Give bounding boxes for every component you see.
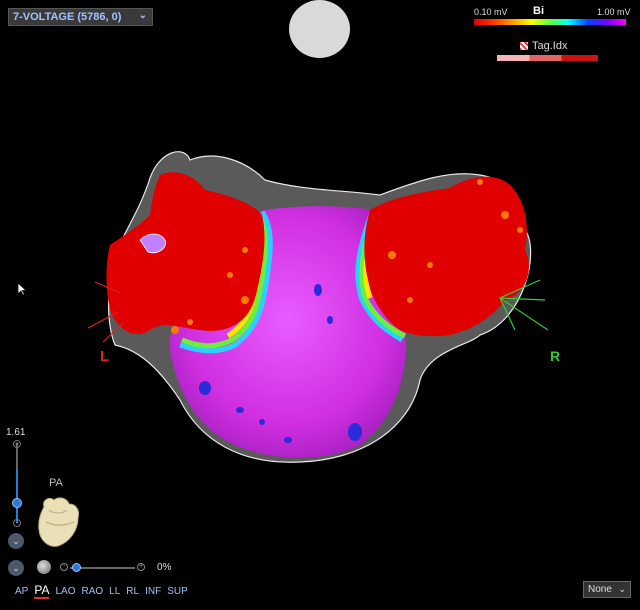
- chevron-down-icon: ⌄: [618, 584, 626, 594]
- view-sup-button[interactable]: SUP: [167, 586, 188, 599]
- view-filter-value: None: [588, 584, 612, 595]
- view-ap-button[interactable]: AP: [15, 586, 28, 599]
- view-rao-button[interactable]: RAO: [81, 586, 103, 599]
- opacity-value: 0%: [157, 562, 172, 573]
- opacity-decrease-button[interactable]: -: [60, 563, 68, 571]
- chevron-down-icon[interactable]: ⌄: [8, 533, 24, 549]
- view-filter-select[interactable]: None ⌄: [583, 581, 631, 598]
- zoom-slider-knob[interactable]: [12, 498, 22, 508]
- opacity-icon: [37, 560, 51, 574]
- orientation-label: PA: [49, 477, 63, 489]
- view-inf-button[interactable]: INF: [145, 586, 161, 599]
- zoom-out-button[interactable]: -: [13, 519, 21, 527]
- view-rl-button[interactable]: RL: [126, 586, 139, 599]
- view-pa-button[interactable]: PA: [34, 583, 50, 599]
- left-marker-label: L: [100, 348, 110, 365]
- heart-orientation-icon[interactable]: [34, 492, 84, 552]
- view-ll-button[interactable]: LL: [109, 586, 120, 599]
- zoom-slider-fill: [16, 470, 18, 523]
- zoom-value: 1.61: [6, 427, 26, 438]
- right-marker-label: R: [550, 348, 561, 364]
- chevron-down-icon[interactable]: ⌄: [8, 560, 24, 576]
- view-orientation-bar: AP PA LAO RAO LL RL INF SUP: [15, 583, 188, 599]
- voltage-map-3d[interactable]: [0, 0, 640, 610]
- view-lao-button[interactable]: LAO: [55, 586, 75, 599]
- opacity-increase-button[interactable]: +: [137, 563, 145, 571]
- zoom-in-button[interactable]: +: [13, 440, 21, 448]
- opacity-slider-knob[interactable]: [72, 563, 81, 572]
